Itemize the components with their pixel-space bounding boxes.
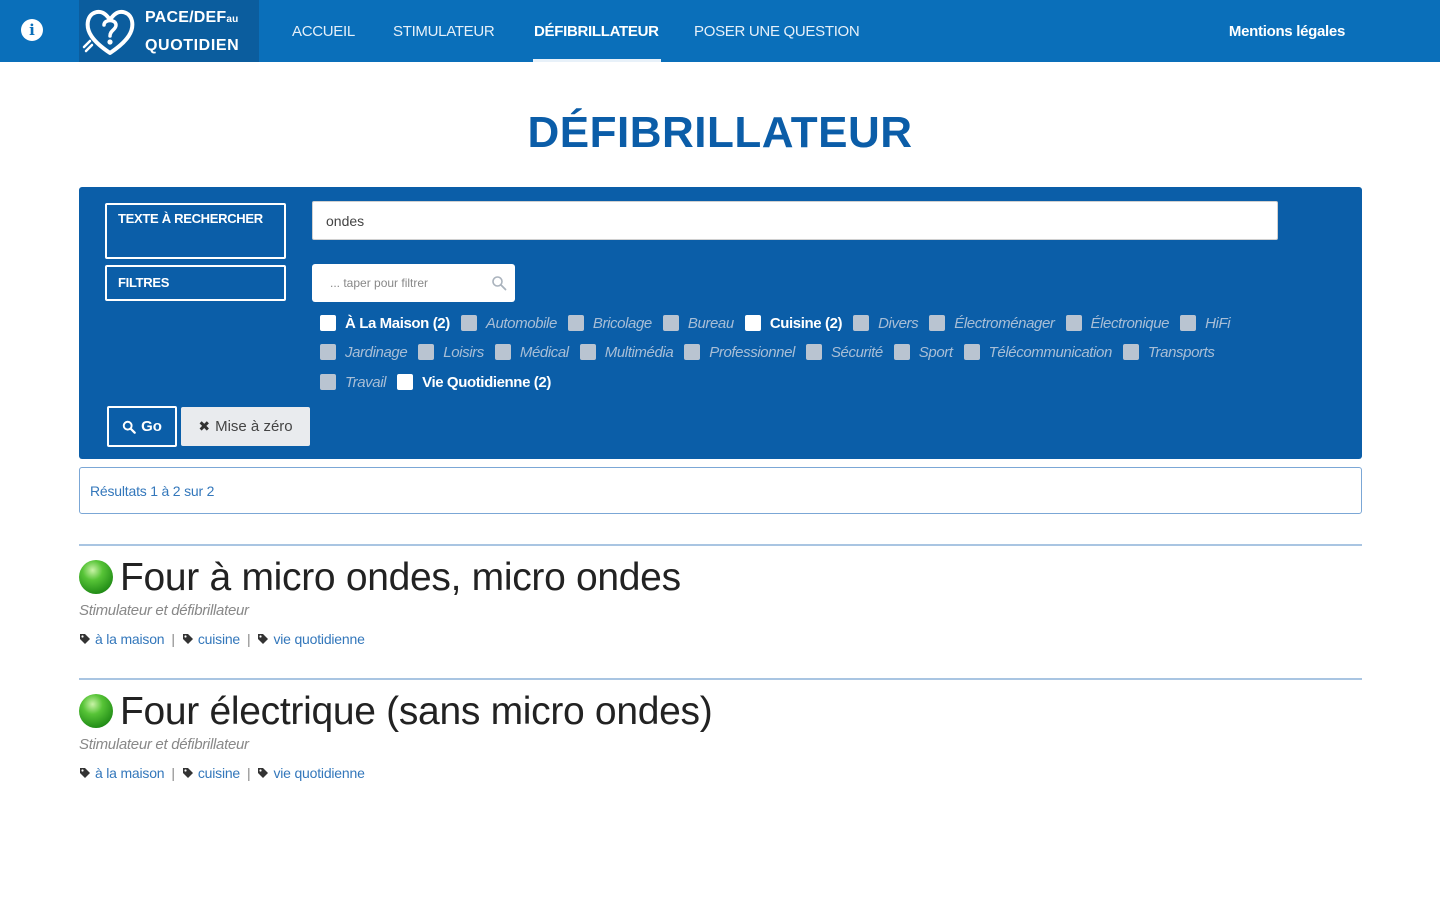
nav-poser-question[interactable]: POSER UNE QUESTION [694,23,860,40]
checkbox [1180,315,1197,331]
page-title: DÉFIBRILLATEUR [527,108,913,157]
active-tab-indicator [533,59,661,62]
nav-mentions-legales[interactable]: Mentions légales [1229,23,1345,40]
tag-link[interactable]: cuisine [198,631,240,647]
separator: | [171,765,175,781]
separator: | [247,765,251,781]
nav-stimulateur[interactable]: STIMULATEUR [393,23,495,40]
separator: | [171,631,175,647]
checkbox [320,344,336,360]
category-vie-quotidienne[interactable]: Vie Quotidienne (2) [397,374,551,391]
go-label: Go [141,418,162,435]
category-multimedia: Multimédia [579,344,674,361]
category-row-1: À La Maison (2) Automobile Bricolage Bur… [320,313,1241,333]
category-automobile: Automobile [460,315,557,332]
separator: | [247,631,251,647]
top-navbar: i PACE/DEFau QUOTIDIEN ACCUEIL STIMULATE… [0,0,1440,62]
category-transports: Transports [1122,344,1215,361]
category-row-3: Travail Vie Quotidienne (2) [320,372,562,392]
checkbox [684,344,701,360]
category-jardinage: Jardinage [320,344,408,361]
divider [79,544,1362,546]
tag-icon [80,634,90,644]
search-text-label: TEXTE À RECHERCHER [105,203,286,259]
nav-accueil[interactable]: ACCUEIL [292,23,355,40]
result-title[interactable]: Four électrique (sans micro ondes) [120,690,713,734]
tag-icon [182,634,193,644]
brand-logo-link[interactable]: PACE/DEFau QUOTIDIEN [79,0,259,62]
result-subtitle: Stimulateur et défibrillateur [79,602,249,619]
checkbox [853,315,870,331]
filter-input[interactable] [312,264,515,302]
tag-link[interactable]: vie quotidienne [273,631,364,647]
checkbox [929,315,946,331]
brand-subtitle: QUOTIDIEN [145,37,240,54]
checkbox[interactable] [320,315,336,331]
category-electromenager: Électroménager [929,315,1055,332]
category-medical: Médical [494,344,569,361]
category-cuisine[interactable]: Cuisine (2) [744,315,843,332]
tag-link[interactable]: à la maison [95,765,165,781]
category-bricolage: Bricolage [567,315,652,332]
category-securite: Sécurité [805,344,883,361]
category-professionnel: Professionnel [684,344,795,361]
category-loisirs: Loisirs [418,344,484,361]
checkbox [494,344,511,360]
status-dot-icon [79,560,113,594]
category-a-la-maison[interactable]: À La Maison (2) [320,315,450,332]
checkbox [963,344,980,360]
search-icon [122,420,136,434]
nav-defibrillateur[interactable]: DÉFIBRILLATEUR [534,23,659,40]
category-electronique: Électronique [1065,315,1170,332]
filters-label: FILTRES [105,265,286,301]
result-tags: à la maison | cuisine | vie quotidienne [79,631,365,647]
filter-box [312,264,515,302]
tag-icon [80,768,90,778]
checkbox[interactable] [397,374,414,390]
result-subtitle: Stimulateur et défibrillateur [79,736,249,753]
heart-question-logo [82,9,135,55]
tag-link[interactable]: vie quotidienne [273,765,364,781]
category-sport: Sport [893,344,953,361]
brand-title: PACE/DEFau [145,9,239,26]
reset-button[interactable]: ✖ Mise à zéro [181,407,310,446]
category-travail: Travail [320,374,387,391]
checkbox [893,344,910,360]
category-row-2: Jardinage Loisirs Médical Multimédia Pro… [320,342,1225,362]
tag-icon [182,768,193,778]
status-dot-icon [79,694,113,728]
result-tags: à la maison | cuisine | vie quotidienne [79,765,365,781]
checkbox[interactable] [744,315,761,331]
result-title[interactable]: Four à micro ondes, micro ondes [120,556,681,600]
reset-label: Mise à zéro [215,418,293,435]
close-icon: ✖ [198,418,211,434]
tag-link[interactable]: à la maison [95,631,165,647]
search-icon [492,276,507,291]
checkbox [418,344,435,360]
checkbox [579,344,596,360]
category-bureau: Bureau [662,315,734,332]
checkbox [460,315,477,331]
category-divers: Divers [853,315,919,332]
category-hifi: HiFi [1180,315,1231,332]
tag-link[interactable]: cuisine [198,765,240,781]
search-input[interactable] [312,201,1278,240]
category-telecommunication: Télécommunication [963,344,1112,361]
divider [79,678,1362,680]
search-panel: TEXTE À RECHERCHER FILTRES À La Maison (… [79,187,1362,459]
info-icon[interactable]: i [21,19,43,41]
tag-icon [258,768,269,778]
results-summary: Résultats 1 à 2 sur 2 [79,467,1362,514]
checkbox [662,315,679,331]
checkbox [1065,315,1082,331]
checkbox [320,374,336,390]
checkbox [805,344,822,360]
checkbox [1122,344,1139,360]
checkbox [567,315,584,331]
tag-icon [258,634,269,644]
go-button[interactable]: Go [107,406,177,447]
